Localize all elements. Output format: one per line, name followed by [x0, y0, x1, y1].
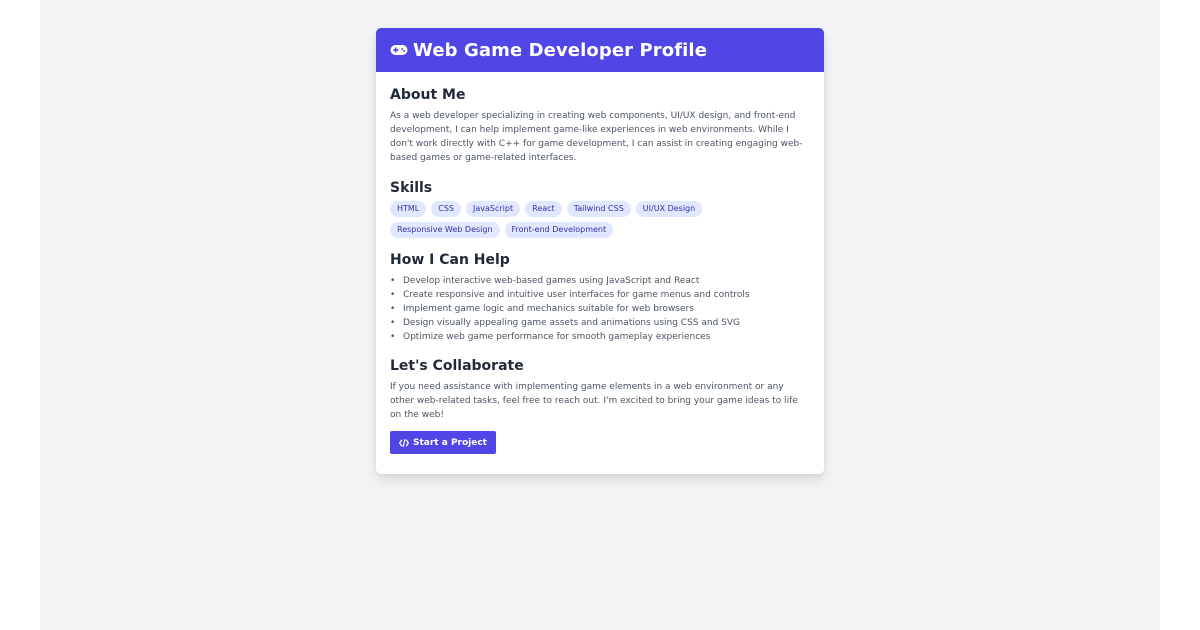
collaborate-heading: Let's Collaborate [390, 358, 524, 374]
start-project-label: Start a Project [413, 437, 487, 448]
skill-tag: CSS [431, 201, 462, 217]
list-item: Develop interactive web-based games usin… [390, 274, 810, 288]
code-icon [399, 438, 409, 447]
skill-tag: HTML [390, 201, 427, 217]
gamepad-icon [390, 43, 408, 57]
profile-card: Web Game Developer Profile About Me As a… [376, 28, 824, 474]
list-item: Implement game logic and mechanics suita… [390, 302, 810, 316]
about-heading: About Me [390, 87, 466, 103]
about-text: As a web developer specializing in creat… [390, 111, 803, 163]
start-project-button[interactable]: Start a Project [390, 431, 496, 454]
collaborate-text: If you need assistance with implementing… [390, 382, 798, 420]
page-title: Web Game Developer Profile [413, 39, 708, 61]
skill-tag: Tailwind CSS [566, 201, 631, 217]
card-body: About Me As a web developer specializing… [376, 72, 824, 454]
list-item: Design visually appealing game assets an… [390, 316, 810, 330]
skill-tag: JavaScript [466, 201, 521, 217]
skill-tag: React [525, 201, 562, 217]
card-header: Web Game Developer Profile [376, 28, 824, 72]
skill-tag: Responsive Web Design [390, 222, 500, 238]
list-item: Optimize web game performance for smooth… [390, 330, 810, 344]
help-list: Develop interactive web-based games usin… [390, 274, 810, 344]
help-heading: How I Can Help [390, 252, 510, 268]
skill-tag: Front-end Development [504, 222, 614, 238]
skills-list: HTML CSS JavaScript React Tailwind CSS U… [390, 201, 720, 238]
skill-tag: UI/UX Design [635, 201, 703, 217]
list-item: Create responsive and intuitive user int… [390, 288, 810, 302]
skills-heading: Skills [390, 180, 433, 196]
